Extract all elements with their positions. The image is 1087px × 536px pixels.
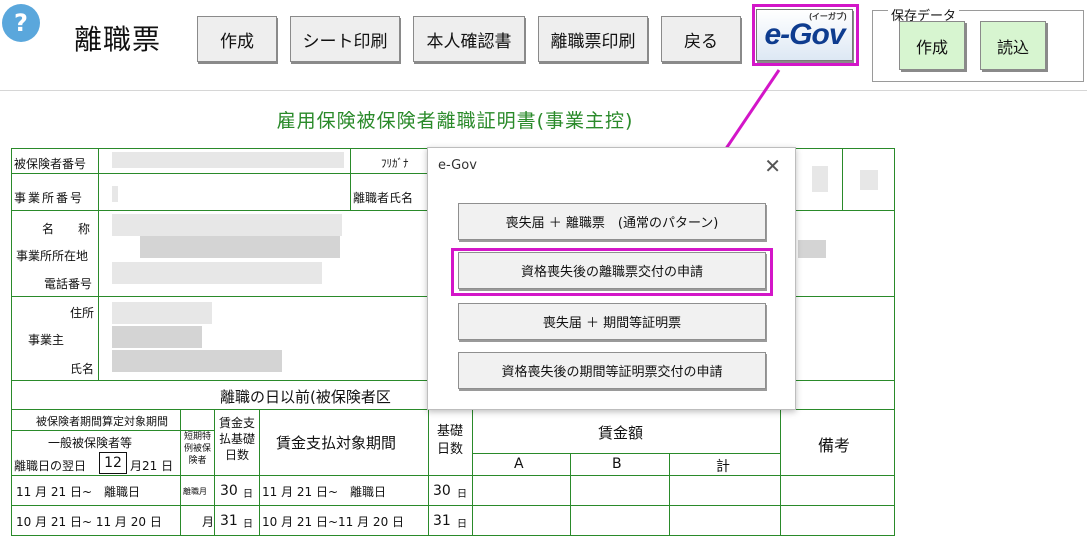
grid-line [11, 505, 895, 506]
egov-button[interactable]: e-Gov (イーガブ) [756, 9, 853, 61]
section-header: 離職の日以前(被保険者区 [220, 388, 391, 406]
row2-period: 10 月 21 日~ 11 月 20 日 [16, 515, 162, 529]
identity-confirmation-button[interactable]: 本人確認書 [413, 16, 525, 62]
egov-logo-icon: e-Gov (イーガブ) [764, 12, 847, 51]
dialog-title: e-Gov [438, 158, 477, 173]
redacted-phone [112, 262, 322, 284]
row1-day-unit: 日 [243, 489, 253, 500]
grid-line [796, 296, 895, 297]
address-label: 住所 [70, 306, 95, 320]
owner-name-label: 氏名 [70, 362, 95, 376]
short-term-label: 短期特例被保険者 [183, 432, 211, 466]
column-total-header: 計 [716, 459, 730, 475]
remarks-header: 備考 [818, 436, 851, 455]
row2-days: 31 [220, 513, 238, 529]
grid-line [180, 409, 181, 536]
grid-line [11, 210, 427, 211]
redacted-insured-number [112, 152, 344, 168]
redacted-field [812, 166, 828, 192]
wage-days-label: 賃金支払基礎日数 [218, 416, 255, 462]
grid-line [796, 210, 895, 211]
separation-month-input[interactable]: 12 [99, 452, 127, 474]
close-icon[interactable]: ✕ [764, 154, 781, 178]
redacted-office-address [140, 236, 340, 258]
grid-line [214, 409, 215, 536]
grid-line [11, 296, 427, 297]
company-name-label: 名 称 [42, 222, 91, 236]
grid-line [98, 148, 99, 380]
separated-name-label: 離職者氏名 [353, 191, 414, 205]
column-b-header: B [612, 456, 622, 472]
row1-basic-days: 30 [433, 483, 451, 499]
highlight-frame [451, 248, 773, 296]
document-title: 雇用保険被保険者離職証明書(事業主控) [276, 110, 634, 132]
load-button[interactable]: 読込 [980, 21, 1046, 70]
row2-basic-unit: 日 [457, 519, 467, 530]
page-title: 離職票 [74, 23, 162, 56]
grid-line [259, 409, 260, 536]
loss-plus-separation-button[interactable]: 喪失届 ＋ 離職票 (通常のパターン) [458, 203, 766, 240]
separation-slip-print-button[interactable]: 離職票印刷 [538, 16, 648, 62]
day-after-label: 離職日の翌日 [14, 459, 87, 473]
row2-wage-period: 10 月 21 日~11 月 20 日 [262, 515, 405, 529]
row1-days: 30 [220, 483, 238, 499]
back-button[interactable]: 戻る [661, 16, 741, 62]
row1-basic-unit: 日 [457, 489, 467, 500]
help-icon[interactable]: ? [2, 4, 40, 42]
wage-period-header: 賃金支払対象期間 [276, 434, 397, 452]
employer-label: 事業主 [28, 333, 65, 347]
redacted-employer [112, 326, 202, 348]
redacted-field [798, 240, 826, 258]
grid-line [472, 453, 780, 454]
row1-short: 離職月 [183, 487, 207, 496]
grid-line [11, 475, 895, 476]
toolbar-divider [0, 90, 1087, 91]
furigana-label: ﾌﾘｶﾞﾅ [381, 157, 409, 170]
post-loss-period-certificate-request-button[interactable]: 資格喪失後の期間等証明票交付の申請 [458, 352, 766, 389]
separation-date-rest: 月21 日 [130, 459, 174, 473]
grid-line [11, 173, 427, 174]
row1-wage-period: 11 月 21 日~ 離職日 [262, 485, 387, 499]
sheet-print-button[interactable]: シート印刷 [290, 16, 400, 62]
row1-period: 11 月 21 日~ 離職日 [16, 485, 141, 499]
grid-line [570, 453, 571, 536]
row2-short: 月 [202, 515, 215, 529]
grid-line [842, 148, 843, 210]
insured-number-label: 被保険者番号 [14, 157, 87, 171]
grid-line [472, 409, 473, 536]
redacted-office-number [112, 186, 118, 202]
basic-days-label: 基礎日数 [436, 424, 463, 457]
redacted-address [112, 302, 212, 324]
row2-day-unit: 日 [243, 519, 253, 530]
office-address-label: 事業所所在地 [16, 249, 89, 263]
redacted-field [860, 170, 878, 190]
row2-basic-days: 31 [433, 513, 451, 529]
create-button[interactable]: 作成 [197, 16, 277, 62]
phone-label: 電話番号 [44, 277, 93, 291]
loss-plus-period-certificate-button[interactable]: 喪失届 ＋ 期間等証明票 [458, 303, 766, 340]
period-header: 被保険者期間算定対象期間 [36, 415, 168, 428]
grid-line [780, 409, 781, 536]
redacted-owner-name [112, 350, 282, 372]
save-create-button[interactable]: 作成 [899, 21, 965, 70]
column-a-header: A [514, 456, 524, 472]
office-number-label: 事業所番号 [14, 191, 85, 205]
grid-line [350, 148, 351, 210]
grid-line [428, 409, 429, 536]
general-insured-label: 一般被保険者等 [48, 436, 133, 450]
wage-amount-header: 賃金額 [598, 424, 644, 442]
grid-line [669, 453, 670, 536]
redacted-company-name [112, 214, 342, 236]
